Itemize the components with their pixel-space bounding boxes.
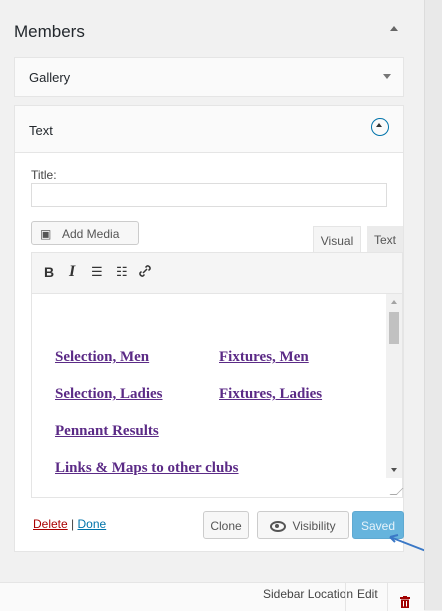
add-media-label: Add Media	[62, 227, 120, 241]
resize-handle-icon[interactable]	[389, 488, 404, 495]
link-pennant-results[interactable]: Pennant Results	[55, 423, 159, 440]
collapse-arrow-icon[interactable]	[390, 26, 398, 31]
italic-button[interactable]: I	[69, 263, 75, 281]
gallery-widget[interactable]: Gallery	[14, 57, 404, 97]
rich-text-editor[interactable]: B I ☰ ☷ Selection, Men Fixtures, Men Sel…	[31, 252, 404, 498]
sidebar-location-link[interactable]: Sidebar Location	[263, 587, 353, 601]
widget-actions: Delete | Done	[33, 517, 106, 531]
link-icon[interactable]	[138, 264, 152, 281]
delete-link[interactable]: Delete	[33, 517, 68, 531]
clone-button[interactable]: Clone	[203, 511, 249, 539]
bullet-list-icon[interactable]: ☰	[91, 264, 103, 280]
title-label: Title:	[31, 168, 57, 182]
gallery-label: Gallery	[29, 70, 71, 85]
visibility-button[interactable]: Visibility	[257, 511, 349, 539]
link-fixtures-ladies[interactable]: Fixtures, Ladies	[219, 386, 322, 403]
pointer-arrow-icon	[389, 534, 427, 552]
action-separator: |	[71, 517, 75, 531]
tab-text[interactable]: Text	[367, 226, 403, 252]
bold-button[interactable]: B	[44, 264, 54, 280]
scroll-thumb[interactable]	[389, 312, 399, 344]
visibility-label: Visibility	[292, 519, 336, 533]
editor-scrollbar[interactable]	[386, 294, 402, 478]
editor-toolbar: B I ☰ ☷	[32, 253, 402, 294]
members-title: Members	[14, 22, 85, 41]
editor-content[interactable]: Selection, Men Fixtures, Men Selection, …	[32, 294, 385, 484]
tab-visual[interactable]: Visual	[313, 226, 361, 252]
widget-panel: Members Gallery Text Title: ▣ Add Media …	[0, 0, 427, 560]
link-fixtures-men[interactable]: Fixtures, Men	[219, 349, 309, 366]
sidebar-footer: Sidebar Location Edit	[0, 582, 424, 611]
text-widget-label: Text	[29, 123, 53, 138]
add-media-button[interactable]: ▣ Add Media	[31, 221, 139, 245]
link-maps-other-clubs[interactable]: Links & Maps to other clubs	[55, 460, 239, 477]
text-widget-header[interactable]: Text	[15, 106, 403, 153]
trash-icon[interactable]	[400, 596, 410, 608]
done-link[interactable]: Done	[78, 517, 107, 531]
title-input[interactable]	[31, 183, 387, 207]
scroll-down-icon[interactable]	[391, 468, 397, 472]
page-scroll-edge	[424, 0, 442, 610]
footer-divider	[345, 583, 346, 611]
edit-link[interactable]: Edit	[357, 587, 378, 601]
members-header[interactable]: Members	[14, 22, 410, 50]
numbered-list-icon[interactable]: ☷	[116, 264, 128, 280]
scroll-up-icon[interactable]	[391, 300, 397, 304]
link-selection-ladies[interactable]: Selection, Ladies	[55, 386, 163, 403]
collapse-circle-icon[interactable]	[371, 118, 389, 136]
expand-arrow-icon[interactable]	[383, 74, 391, 79]
footer-divider	[387, 583, 388, 611]
eye-icon	[270, 521, 287, 533]
media-icon: ▣	[40, 227, 52, 241]
link-selection-men[interactable]: Selection, Men	[55, 349, 149, 366]
text-widget: Text Title: ▣ Add Media Visual Text B I …	[14, 105, 404, 552]
